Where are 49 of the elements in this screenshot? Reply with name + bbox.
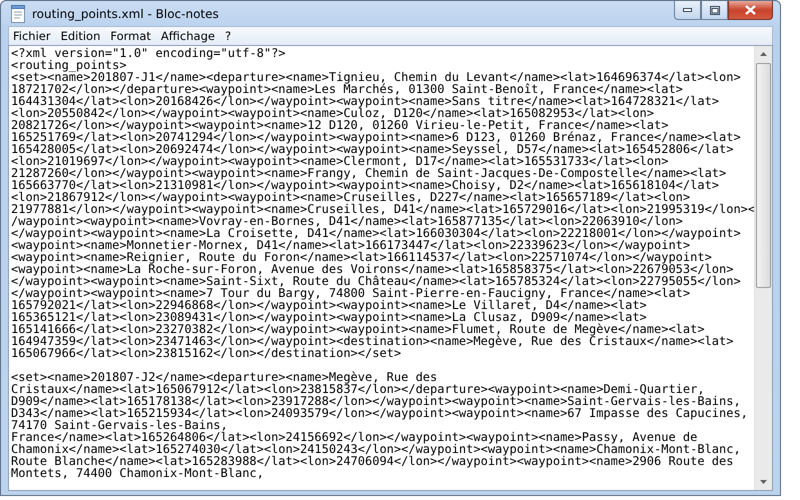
text-line: 21287260</lon></waypoint><waypoint><name>Frangy, Chemin de Saint-Jacques-De-Compostelle</name><lat> [11, 167, 726, 179]
text-line: 165365121</lat><lon>23089431</lon></waypoint><waypoint><name>La Clusaz, D909</name><lat> [11, 311, 647, 323]
text-line: 165663770</lat><lon>21310981</lon></waypoint><waypoint><name>Choisy, D2</name><lat>165618104</lat> [11, 179, 720, 191]
text-line: </waypoint><waypoint><name>Saint-Sixt, Route du Château</name><lat>165785324</lat><lon>22795055</lon> [11, 275, 741, 287]
notepad-icon [10, 4, 26, 22]
text-line: 74170 Saint-Gervais-les-Bains, [11, 419, 228, 431]
text-line: 20821726</lon></waypoint><waypoint><name>12 D120, 01260 Virieu-le-Petit, France</name><lat> [11, 119, 668, 131]
maximize-icon [710, 6, 720, 14]
text-line: 164947359</lat><lon>23471463</lon></waypoint><destination><name>Megève, Rue des Cristaux</name><lat> [11, 335, 734, 347]
text-line: <lon>20550842</lon></waypoint><waypoint><name>Culoz, D120</name><lat>165082953</lat><lon> [11, 107, 654, 119]
text-line: France</name><lat>165264806</lat><lon>24156692</lon></waypoint><waypoint><name>Passy, Avenue de [11, 431, 698, 443]
text-line: <waypoint><name>Monnetier-Mornex, D41</name><lat>166173447</lat><lon>22339623</lon></waypoint> [11, 239, 690, 251]
window-title: routing_points.xml - Bloc-notes [32, 6, 219, 20]
menu-item[interactable]: Affichage [156, 29, 221, 43]
text-line: <lon>21867912</lon></waypoint><waypoint><name>Cruseilles, D227</name><lat>165657189</lat><lon> [11, 191, 690, 203]
menu-item[interactable]: Edition [56, 29, 106, 43]
text-line: <set><name>201807-J1</name><departure><name>Tignieu, Chemin du Levant</name><lat>164696374</lat><lon> [11, 71, 741, 83]
text-line: 164431304</lat><lon>20168426</lon></waypoint><waypoint><name>Sans titre</name><lat>164728321</lat> [11, 95, 720, 107]
text-line: <lon>21019697</lon></waypoint><waypoint><name>Clermont, D17</name><lat>165531733</lat><lon> [11, 155, 668, 167]
text-line: <?xml version="1.0" encoding="utf-8"?> [11, 47, 286, 59]
text-line: 165141666</lat><lon>23270382</lon></waypoint><waypoint><name>Flumet, Route de Megève</name><lat> [11, 323, 705, 335]
menu-item[interactable]: Fichier [9, 29, 57, 43]
vertical-scrollbar[interactable] [754, 46, 772, 490]
text-line: <routing_points> [11, 59, 127, 71]
text-line: 165428005</lat><lon>20692474</lon></waypoint><waypoint><name>Seyssel, D57</name><lat>165452806</lat> [11, 143, 734, 155]
text-line: 165792021</lat><lon>22946868</lon></waypoint><waypoint><name>Le Villaret, D4</name><lat> [11, 299, 647, 311]
maximize-button[interactable] [701, 1, 728, 20]
minimize-button[interactable] [674, 1, 701, 20]
text-line: D909</name><lat>165178138</lat><lon>23917288</lon></waypoint><waypoint><name>Saint-Gervais-les-Bains, [11, 395, 741, 407]
text-line: 18721702</lon></departure><waypoint><name>Les Marchés, 01300 Saint-Benoît, France</name><lat> [11, 83, 683, 95]
text-line: Cristaux</name><lat>165067912</lat><lon>23815837</lon></departure><waypoint><name>Demi-Quartier, [11, 383, 705, 395]
text-line: 165251769</lat><lon>20741294</lon></waypoint><waypoint><name>6 D123, 01260 Brénaz, France</name><lat> [11, 131, 741, 143]
text-line: 165067966</lat><lon>23815162</lon></destination></set> [11, 347, 402, 359]
text-line: Montets, 74400 Chamonix-Mont-Blanc, [11, 467, 264, 479]
text-line: /waypoint><waypoint><name>Vovray-en-Bornes, D41</name><lat>165877135</lat><lon>22063910</lon> [11, 215, 683, 227]
menu-item[interactable]: ? [220, 29, 238, 43]
menu-item[interactable]: Format [106, 29, 157, 43]
text-line: D343</name><lat>165215934</lat><lon>24093579</lon></waypoint><waypoint><name>67 Impasse des Capucines, [11, 407, 748, 419]
text-line: </waypoint><waypoint><name>La Croisette, D41</name><lat>166030304</lat><lon>22218001</lon></waypoint> [11, 227, 741, 239]
text-line: </waypoint><waypoint><name>7 Tour du Bargy, 74800 Saint-Pierre-en-Faucigny, France</name><lat> [11, 287, 690, 299]
text-line: Route Blanche</name><lat>165283988</lat><lon>24706094</lon></waypoint><waypoint><name>2906 Route des [11, 455, 734, 467]
text-line: <set><name>201807-J2</name><departure><name>Megève, Rue des [11, 371, 438, 383]
close-button[interactable] [728, 1, 773, 20]
text-line: <waypoint><name>Reignier, Route du Foron</name><lat>166114537</lat><lon>22571074</lon></waypoint> [11, 251, 712, 263]
minimize-icon [683, 8, 692, 12]
close-icon [745, 5, 756, 15]
scrollbar-thumb[interactable] [756, 63, 771, 288]
text-line: Chamonix</name><lat>165274030</lat><lon>24150243</lon></waypoint><waypoint><name>Chamonix-Mont-Blanc, [11, 443, 741, 455]
text-line: <waypoint><name>La Roche-sur-Foron, Avenue des Voirons</name><lat>165858375</lat><lon>22679053</lon> [11, 263, 734, 275]
